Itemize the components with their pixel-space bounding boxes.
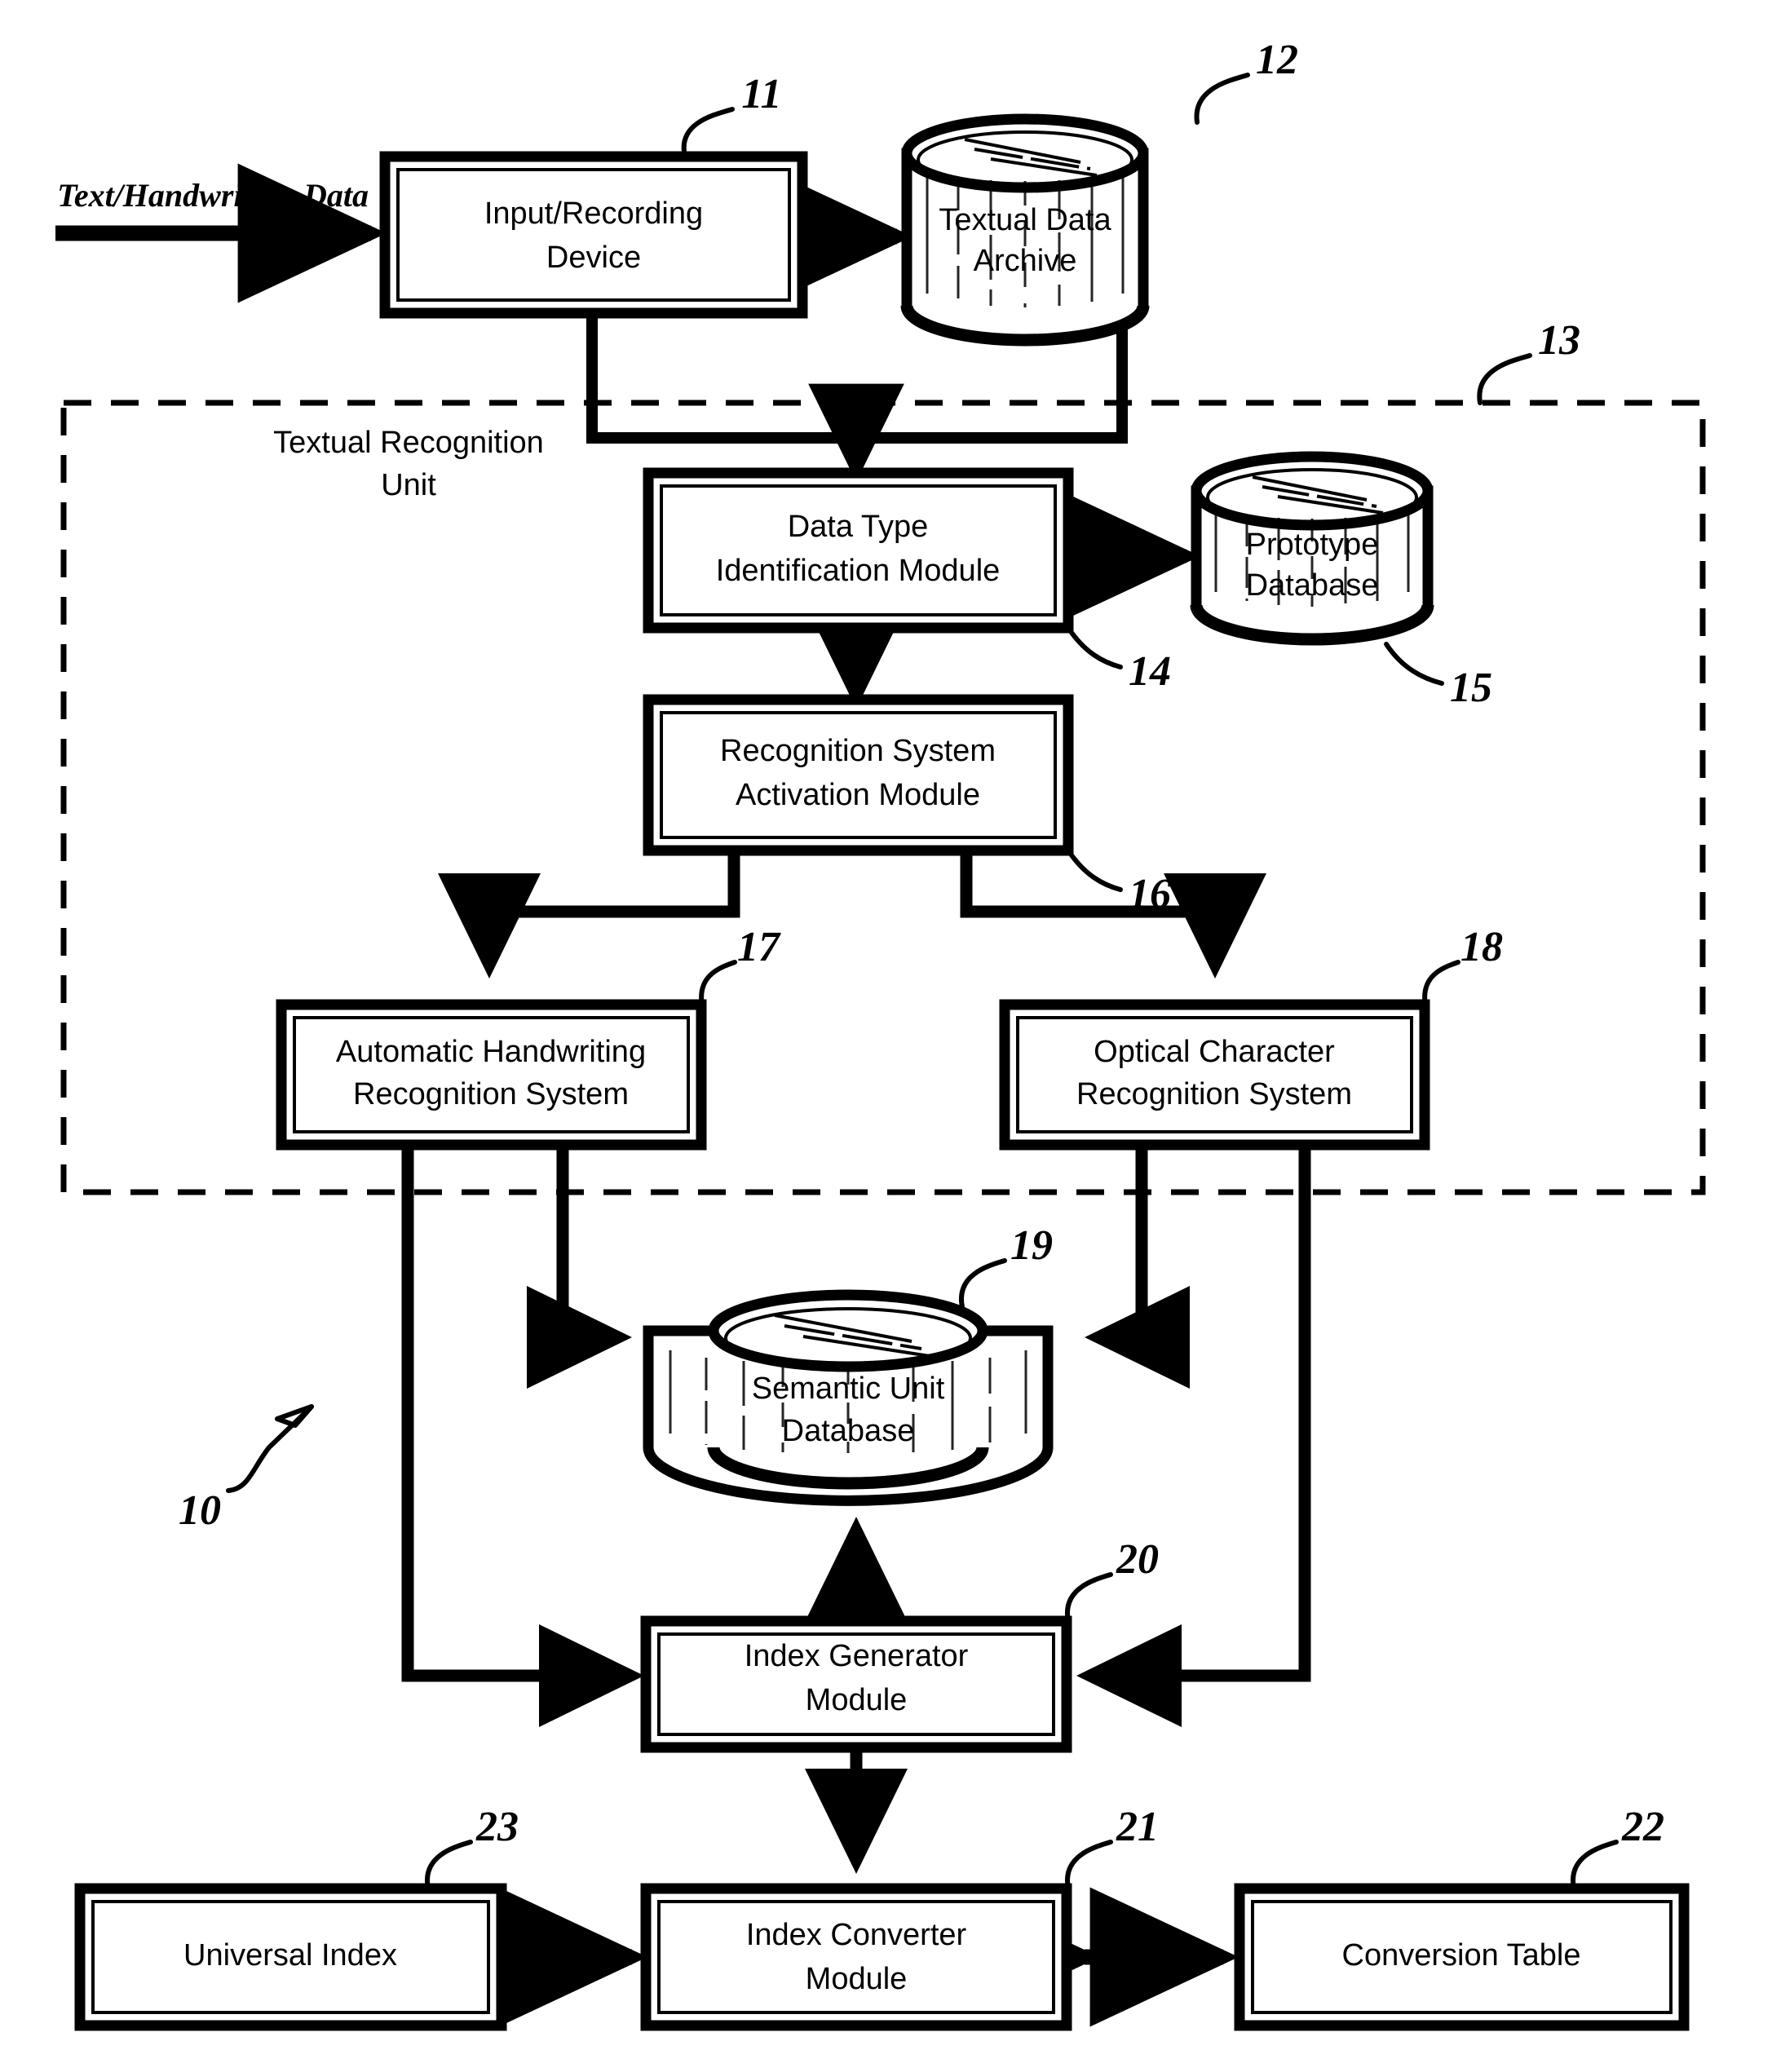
leader-11: [681, 107, 735, 159]
ref-19: 19: [1010, 1222, 1053, 1269]
box-conversion-table[interactable]: Conversion Table: [1234, 1883, 1690, 2031]
connector-ocr-to-index: [1076, 1143, 1311, 1727]
cylinder-semantic-unit-database[interactable]: Semantic Unit Database: [643, 1289, 1054, 1506]
ref-17: 17: [737, 924, 781, 970]
cylinder-label-line2: Database: [782, 1414, 915, 1448]
box-universal-index[interactable]: Universal Index: [74, 1883, 507, 2031]
box-label-line2: Recognition System: [353, 1077, 629, 1111]
box-label-line1: Conversion Table: [1342, 1938, 1581, 1973]
leader-23: [424, 1840, 473, 1891]
unit-label-line1: Textual Recognition: [273, 426, 544, 460]
cylinder-prototype-database[interactable]: Prototype Database: [1190, 451, 1434, 646]
ref-15: 15: [1450, 665, 1492, 711]
ref-10: 10: [179, 1487, 221, 1534]
leader-19: [958, 1258, 1007, 1310]
connector-activation-left: [438, 848, 740, 979]
leader-15: [1384, 642, 1444, 686]
leader-13: [1477, 353, 1532, 405]
connector-ahr-to-index: [401, 1143, 645, 1727]
box-label-line2: Activation Module: [736, 778, 980, 812]
box-label-line1: Index Generator: [745, 1639, 969, 1673]
box-label-line1: Index Converter: [746, 1918, 967, 1952]
box-optical-character-recognition-system[interactable]: Optical Character Recognition System: [999, 999, 1430, 1151]
box-input-recording-device[interactable]: Input/Recording Device: [379, 151, 808, 319]
leader-16: [1066, 848, 1123, 892]
box-label-line1: Automatic Handwriting: [336, 1035, 646, 1069]
unit-region-label: Textual Recognition Unit: [273, 426, 544, 502]
patent-figure: Input/Recording Device Textual Data Arch…: [0, 0, 1772, 2072]
leader-20: [1064, 1572, 1113, 1624]
box-label-line2: Module: [806, 1683, 908, 1717]
leader-21: [1064, 1840, 1113, 1891]
leader-14: [1066, 625, 1123, 669]
leader-10-arrowhead: [275, 1404, 314, 1428]
box-label-line2: Identification Module: [716, 554, 1001, 588]
connector-ahr-to-semantic: [527, 1143, 633, 1389]
box-recognition-system-activation-module[interactable]: Recognition System Activation Module: [643, 694, 1074, 856]
unit-label-line2: Unit: [381, 468, 436, 502]
box-automatic-handwriting-recognition-system[interactable]: Automatic Handwriting Recognition System: [276, 999, 707, 1151]
cylinder-label-line2: Archive: [974, 244, 1077, 278]
connector-ocr-to-semantic: [1084, 1143, 1190, 1389]
ref-23: 23: [475, 1804, 519, 1850]
cylinder-label-line2: Database: [1246, 568, 1379, 603]
box-label-line2: Module: [806, 1962, 908, 1996]
ref-16: 16: [1129, 871, 1171, 917]
cylinder-label-line1: Prototype: [1246, 528, 1379, 562]
box-label-line1: Data Type: [788, 510, 929, 544]
box-label-line1: Input/Recording: [484, 197, 703, 231]
ref-21: 21: [1116, 1804, 1159, 1850]
ref-11: 11: [741, 71, 781, 117]
box-label-line1: Recognition System: [720, 734, 996, 768]
cylinder-label-line1: Textual Data: [939, 203, 1111, 237]
box-index-converter-module[interactable]: Index Converter Module: [640, 1883, 1072, 2031]
box-label-line2: Device: [546, 241, 641, 275]
ref-22: 22: [1621, 1804, 1664, 1850]
ref-12: 12: [1256, 37, 1298, 83]
cylinder-textual-data-archive[interactable]: Textual Data Archive: [900, 113, 1150, 347]
box-label-line1: Optical Character: [1094, 1035, 1335, 1069]
leader-12: [1194, 73, 1250, 125]
box-index-generator-module[interactable]: Index Generator Module: [640, 1615, 1072, 1753]
cylinder-label-line1: Semantic Unit: [752, 1372, 945, 1406]
ref-14: 14: [1129, 648, 1171, 695]
ref-20: 20: [1116, 1536, 1159, 1583]
box-label-line1: Universal Index: [183, 1938, 397, 1973]
input-data-label: Text/Handwriting Data: [57, 177, 369, 214]
leader-22: [1570, 1840, 1619, 1891]
ref-13: 13: [1538, 317, 1580, 364]
ref-18: 18: [1460, 924, 1503, 970]
connector-activation-right: [960, 848, 1266, 979]
box-label-line2: Recognition System: [1076, 1077, 1352, 1111]
box-data-type-identification-module[interactable]: Data Type Identification Module: [643, 467, 1074, 634]
